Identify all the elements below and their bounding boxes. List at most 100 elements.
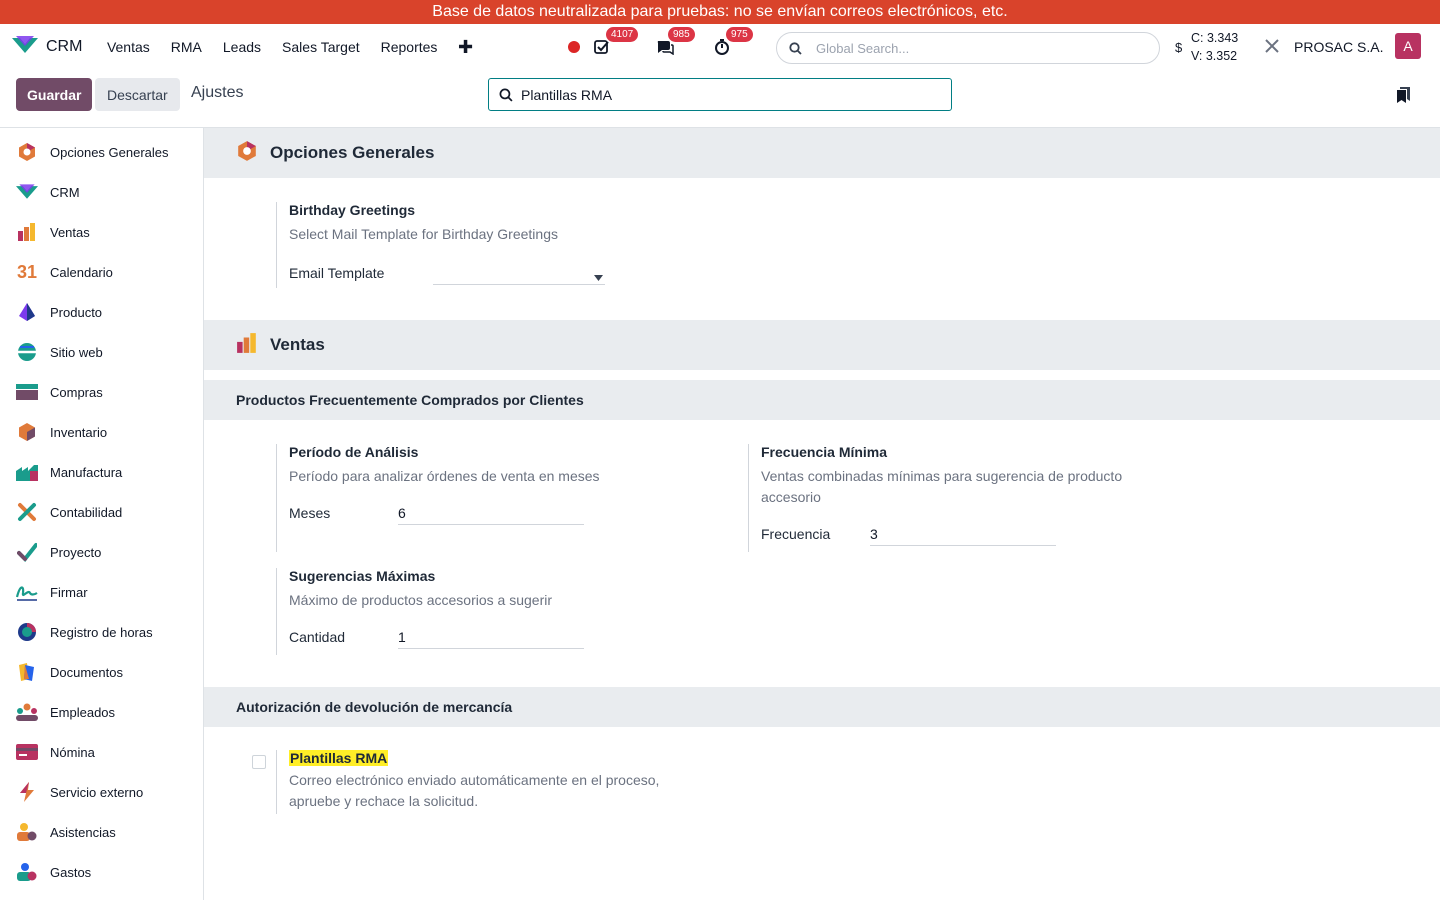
cantidad-input[interactable]: 1 bbox=[398, 625, 584, 649]
debug-tools-icon[interactable] bbox=[1264, 38, 1280, 59]
checkbox-check-icon bbox=[594, 40, 609, 54]
search-icon bbox=[499, 88, 513, 102]
sidebar-item-asistencias[interactable]: Asistencias bbox=[0, 812, 203, 852]
search-icon bbox=[789, 41, 802, 55]
sidebar-item-contabilidad[interactable]: Contabilidad bbox=[0, 492, 203, 532]
save-button[interactable]: Guardar bbox=[16, 78, 93, 111]
sidebar-item-documentos[interactable]: Documentos bbox=[0, 652, 203, 692]
neutralized-db-banner: Base de datos neutralizada para pruebas:… bbox=[0, 0, 1440, 24]
product-icon bbox=[16, 301, 38, 323]
section-header-general: Opciones Generales bbox=[204, 128, 1440, 178]
sales-icon bbox=[16, 221, 38, 243]
main-menu: Ventas RMA Leads Sales Target Reportes ✚ bbox=[96, 37, 483, 58]
timer-button[interactable]: 975 bbox=[714, 27, 753, 55]
systray: 4107 985 975 bbox=[568, 24, 753, 70]
search-highlight: Plantillas RMA bbox=[289, 750, 389, 766]
sidebar-item-compras[interactable]: Compras bbox=[0, 372, 203, 412]
email-template-select[interactable] bbox=[433, 261, 605, 285]
sales-icon bbox=[236, 332, 258, 359]
sidebar-item-producto[interactable]: Producto bbox=[0, 292, 203, 332]
field-label: Meses bbox=[289, 505, 331, 521]
activities-badge: 4107 bbox=[606, 27, 639, 42]
timesheet-icon bbox=[16, 621, 38, 643]
global-search-box[interactable] bbox=[776, 32, 1160, 64]
messages-badge: 985 bbox=[668, 27, 695, 42]
company-switcher[interactable]: PROSAC S.A. bbox=[1294, 39, 1383, 55]
plantillas-rma-checkbox[interactable] bbox=[252, 755, 266, 769]
caret-down-icon bbox=[594, 275, 603, 281]
setting-title: Período de Análisis bbox=[289, 444, 419, 460]
sidebar-item-manufactura[interactable]: Manufactura bbox=[0, 452, 203, 492]
setting-description: Select Mail Template for Birthday Greeti… bbox=[289, 226, 558, 242]
settings-search-box[interactable] bbox=[488, 78, 952, 111]
global-search-input[interactable] bbox=[816, 40, 1116, 56]
menu-item-rma[interactable]: RMA bbox=[160, 39, 212, 55]
setting-title: Plantillas RMA bbox=[289, 750, 696, 766]
sign-icon bbox=[16, 581, 38, 603]
website-icon bbox=[16, 341, 38, 363]
attendance-icon bbox=[16, 821, 38, 843]
venta-rate: V: 3.352 bbox=[1191, 49, 1238, 63]
sidebar-item-nomina[interactable]: Nómina bbox=[0, 732, 203, 772]
general-settings-icon bbox=[236, 140, 258, 167]
calendar-icon: 31 bbox=[16, 261, 38, 282]
field-label: Cantidad bbox=[289, 629, 346, 645]
menu-item-sales-target[interactable]: Sales Target bbox=[272, 39, 371, 55]
sidebar-item-firmar[interactable]: Firmar bbox=[0, 572, 203, 612]
comments-icon bbox=[657, 41, 674, 55]
bookmark-icon[interactable] bbox=[1397, 87, 1411, 108]
settings-sidebar: Opciones Generales CRM Ventas 31 Calenda… bbox=[0, 128, 204, 900]
purchase-icon bbox=[16, 381, 38, 403]
app-brand[interactable]: CRM bbox=[12, 35, 83, 59]
sidebar-item-empleados[interactable]: Empleados bbox=[0, 692, 203, 732]
sidebar-item-ventas[interactable]: Ventas bbox=[0, 212, 203, 252]
setting-frecuencia-minima: Frecuencia Mínima Ventas combinadas míni… bbox=[748, 444, 1168, 552]
sidebar-item-gastos[interactable]: Gastos bbox=[0, 852, 203, 892]
subsection-frequently-bought: Productos Frecuentemente Comprados por C… bbox=[204, 380, 1440, 420]
accounting-icon bbox=[16, 501, 38, 523]
stopwatch-icon bbox=[715, 39, 729, 55]
employees-icon bbox=[16, 701, 38, 723]
setting-description: Correo electrónico enviado automáticamen… bbox=[289, 772, 660, 809]
app-name: CRM bbox=[46, 38, 83, 55]
settings-search-input[interactable] bbox=[521, 86, 921, 103]
activities-button[interactable]: 4107 bbox=[594, 27, 639, 55]
sidebar-item-crm[interactable]: CRM bbox=[0, 172, 203, 212]
menu-item-leads[interactable]: Leads bbox=[212, 39, 271, 55]
dollar-icon: $ bbox=[1175, 40, 1183, 55]
compra-rate: C: 3.343 bbox=[1191, 31, 1239, 45]
add-menu-icon[interactable]: ✚ bbox=[448, 37, 483, 58]
sidebar-item-inventario[interactable]: Inventario bbox=[0, 412, 203, 452]
setting-description: Máximo de productos accesorios a sugerir bbox=[289, 592, 553, 608]
sidebar-item-proyecto[interactable]: Proyecto bbox=[0, 532, 203, 572]
setting-title: Sugerencias Máximas bbox=[289, 568, 436, 584]
meses-input[interactable]: 6 bbox=[398, 501, 584, 525]
field-service-icon bbox=[16, 781, 38, 803]
settings-content: Opciones Generales Birthday Greetings Se… bbox=[204, 128, 1440, 900]
recording-dot-icon[interactable] bbox=[568, 41, 580, 53]
sidebar-item-registro-de-horas[interactable]: Registro de horas bbox=[0, 612, 203, 652]
sidebar-item-opciones-generales[interactable]: Opciones Generales bbox=[0, 132, 203, 172]
inventory-icon bbox=[16, 421, 38, 443]
crm-icon bbox=[16, 181, 38, 203]
settings-layout: Opciones Generales CRM Ventas 31 Calenda… bbox=[0, 128, 1440, 900]
menu-item-ventas[interactable]: Ventas bbox=[96, 39, 160, 55]
setting-sugerencias-maximas: Sugerencias Máximas Máximo de productos … bbox=[276, 568, 696, 655]
setting-description: Período para analizar órdenes de venta e… bbox=[289, 468, 600, 484]
breadcrumb: Ajustes bbox=[191, 84, 244, 101]
setting-title: Birthday Greetings bbox=[289, 202, 416, 218]
exchange-rates: C: 3.343 V: 3.352 bbox=[1191, 29, 1238, 65]
setting-title: Frecuencia Mínima bbox=[761, 444, 888, 460]
field-label: Frecuencia bbox=[761, 526, 831, 542]
frecuencia-input[interactable]: 3 bbox=[870, 522, 1056, 546]
project-icon bbox=[16, 541, 38, 563]
expenses-icon bbox=[16, 861, 38, 883]
messages-button[interactable]: 985 bbox=[656, 27, 695, 55]
sidebar-item-sitio-web[interactable]: Sitio web bbox=[0, 332, 203, 372]
setting-periodo-analisis: Período de Análisis Período para analiza… bbox=[276, 444, 696, 552]
discard-button[interactable]: Descartar bbox=[95, 78, 180, 111]
menu-item-reportes[interactable]: Reportes bbox=[370, 39, 448, 55]
sidebar-item-servicio-externo[interactable]: Servicio externo bbox=[0, 772, 203, 812]
sidebar-item-calendario[interactable]: 31 Calendario bbox=[0, 252, 203, 292]
user-avatar[interactable]: A bbox=[1395, 33, 1421, 59]
